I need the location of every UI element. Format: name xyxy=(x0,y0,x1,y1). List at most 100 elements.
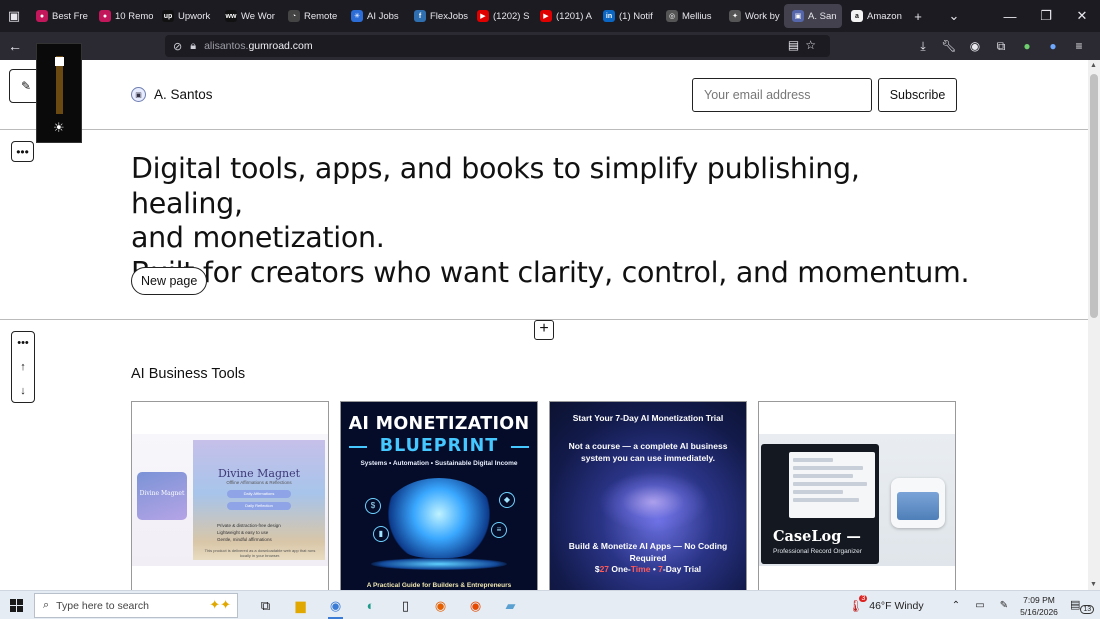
task-view-icon[interactable]: ⧉ xyxy=(248,591,283,619)
browser-tab[interactable]: f FlexJobs xyxy=(406,4,468,28)
site-header: ▣ A. Santos Subscribe xyxy=(0,60,1088,130)
product-card-caselog[interactable]: CaseLog — Professional Record Organizer xyxy=(758,401,956,590)
url-host: gumroad.com xyxy=(248,40,313,52)
browser-tab[interactable]: ▶ (1201) A xyxy=(532,4,594,28)
sun-icon: ☀ xyxy=(53,120,65,135)
move-down-arrow-icon[interactable]: ↓ xyxy=(12,380,34,404)
add-section-plus-icon[interactable]: + xyxy=(534,320,554,340)
wrench-icon[interactable]: 🔧︎ xyxy=(936,39,962,53)
file-explorer-icon[interactable]: ▆ xyxy=(283,591,318,619)
url-text[interactable]: alisantos.gumroad.com xyxy=(204,40,313,52)
email-input[interactable] xyxy=(692,78,872,112)
price-text: -Day Trial xyxy=(662,564,702,574)
tab-favicon-icon: ● xyxy=(99,10,111,22)
subscribe-button[interactable]: Subscribe xyxy=(878,78,957,112)
taskbar-search-box[interactable]: ⌕ Type here to search ✦✦ xyxy=(34,593,238,618)
extensions-icon[interactable]: ⧉ xyxy=(988,39,1014,54)
brand-logo-icon[interactable]: ▣ xyxy=(131,87,146,102)
new-page-button[interactable]: New page xyxy=(131,267,208,295)
tab-favicon-icon: a xyxy=(851,10,863,22)
browser-tab[interactable]: up Upwork xyxy=(154,4,216,28)
back-arrow-icon[interactable]: ← xyxy=(0,38,30,54)
weather-alert-icon: 🌡︎ 3 xyxy=(848,594,868,613)
system-tray: ⌃ ▭ ✎ xyxy=(944,591,1016,619)
minimize-button[interactable]: — xyxy=(992,9,1028,24)
brightness-knob[interactable] xyxy=(55,57,64,66)
firefox-icon[interactable]: ◉ xyxy=(423,591,458,619)
card-art-title: AI MONETIZATION xyxy=(348,414,530,434)
firefox-dev-icon[interactable]: ◉ xyxy=(318,591,353,619)
pen-icon[interactable]: ✎ xyxy=(992,600,1016,611)
url-bar[interactable]: ⊘ 🔒︎ alisantos.gumroad.com ▤☆ xyxy=(165,35,830,57)
document-icon[interactable]: ▯ xyxy=(388,591,423,619)
app-preview: Divine Magnet Offline Affirmations & Ref… xyxy=(193,440,325,560)
tab-label: Work by xyxy=(745,10,780,22)
tab-label: We Wor xyxy=(241,10,275,22)
browser-tab[interactable]: ▶ (1202) S xyxy=(469,4,531,28)
browser-tab[interactable]: ● Best Fre xyxy=(28,4,90,28)
notepad-icon[interactable]: ▰ xyxy=(493,591,528,619)
browser-tab[interactable]: a Amazon xyxy=(843,4,905,28)
browser-tab[interactable]: ◎ Mellius xyxy=(658,4,720,28)
taskbar-clock[interactable]: 7:09 PM 5/16/2026 xyxy=(1016,594,1062,618)
edge-icon[interactable]: ◐ xyxy=(353,591,388,619)
app-menu-icon[interactable]: ≡ xyxy=(1066,39,1092,53)
more-options-icon[interactable]: ••• xyxy=(12,332,34,356)
download-icon[interactable]: ⤓ xyxy=(910,39,936,54)
windows-start-icon[interactable] xyxy=(10,599,24,613)
browser-tab[interactable]: in (1) Notif xyxy=(595,4,657,28)
brightness-slider-popup[interactable]: ☀ xyxy=(36,43,82,143)
product-card-divine-magnet[interactable]: Divine Magnet Divine Magnet Offline Affi… xyxy=(131,401,329,590)
tab-label: FlexJobs xyxy=(430,10,468,22)
brand-name[interactable]: A. Santos xyxy=(154,87,213,102)
tracking-protection-icon[interactable]: ⊘ xyxy=(173,40,182,53)
firefox-icon[interactable]: ◉ xyxy=(458,591,493,619)
app-panel xyxy=(789,452,875,518)
scroll-thumb[interactable] xyxy=(1090,74,1098,318)
notification-center-icon[interactable]: ▤ 13 xyxy=(1070,598,1095,615)
page-scrollbar[interactable]: ▲ ▼ xyxy=(1088,60,1100,590)
product-card-ai-monetization-trial[interactable]: Start Your 7-Day AI Monetization Trial N… xyxy=(549,401,747,590)
browser-tab[interactable]: ● 10 Remo xyxy=(91,4,153,28)
browser-tab[interactable]: ww We Wor xyxy=(217,4,279,28)
lock-icon[interactable]: 🔒︎ xyxy=(190,40,196,53)
close-window-button[interactable]: ✕ xyxy=(1064,8,1100,24)
tab-favicon-icon: in xyxy=(603,10,615,22)
bookmark-star-icon[interactable]: ▤☆ xyxy=(788,38,822,52)
browser-tab[interactable]: ✦ Work by xyxy=(721,4,783,28)
tab-favicon-icon: ▶ xyxy=(540,10,552,22)
scroll-up-arrow-icon[interactable]: ▲ xyxy=(1090,62,1097,69)
toolbar-icons: ⤓ 🔧︎ ◉ ⧉ ● ● ≡ xyxy=(910,32,1092,60)
section-toolbar: ••• ↑ ↓ xyxy=(11,331,35,403)
card-art-title: BLUEPRINT xyxy=(379,436,499,456)
move-up-arrow-icon[interactable]: ↑ xyxy=(12,356,34,380)
browser-tab[interactable]: ◔ Remote xyxy=(280,4,342,28)
tab-label: Remote xyxy=(304,10,338,22)
browser-tab[interactable]: ✳ AI Jobs xyxy=(343,4,405,28)
notification-count: 13 xyxy=(1080,605,1095,615)
search-icon: ⌕ xyxy=(43,599,50,611)
browser-tab[interactable]: ▣A. San× xyxy=(784,4,842,28)
extension-blue-icon[interactable]: ● xyxy=(1040,39,1066,53)
tray-chevron-icon[interactable]: ⌃ xyxy=(944,600,968,611)
tab-menu-icon[interactable]: ▣ xyxy=(0,0,28,32)
account-icon[interactable]: ◉ xyxy=(962,39,988,53)
new-tab-button[interactable]: + xyxy=(900,9,936,24)
tab-label: (1) Notif xyxy=(619,10,653,22)
network-icon[interactable]: ▭ xyxy=(968,600,992,611)
card-art-footer: A Practical Guide for Builders & Entrepr… xyxy=(366,582,512,589)
tab-list-chevron-icon[interactable]: ⌄ xyxy=(936,8,972,24)
tab-label: (1201) A xyxy=(556,10,592,22)
tab-favicon-icon: ◎ xyxy=(666,10,678,22)
hero-line: and monetization. xyxy=(131,221,385,254)
windows-taskbar: ⌕ Type here to search ✦✦ ⧉ ▆ ◉ ◐ ▯ ◉ ◉ ▰… xyxy=(0,590,1100,619)
card-price-text: $27 One-Time • 7-Day Trial xyxy=(550,564,746,574)
product-card-ai-monetization-blueprint[interactable]: AI MONETIZATION BLUEPRINT Systems • Auto… xyxy=(340,401,538,590)
feature-item: Lightweight & easy to use xyxy=(217,530,269,535)
weather-badge-count: 3 xyxy=(859,594,868,602)
extension-ai-icon[interactable]: ● xyxy=(1014,39,1040,53)
weather-widget[interactable]: 🌡︎ 3 46°F Windy xyxy=(848,591,924,619)
scroll-down-arrow-icon[interactable]: ▼ xyxy=(1090,581,1097,588)
tab-favicon-icon: ✳ xyxy=(351,10,363,22)
restore-button[interactable]: ❐ xyxy=(1028,8,1064,24)
